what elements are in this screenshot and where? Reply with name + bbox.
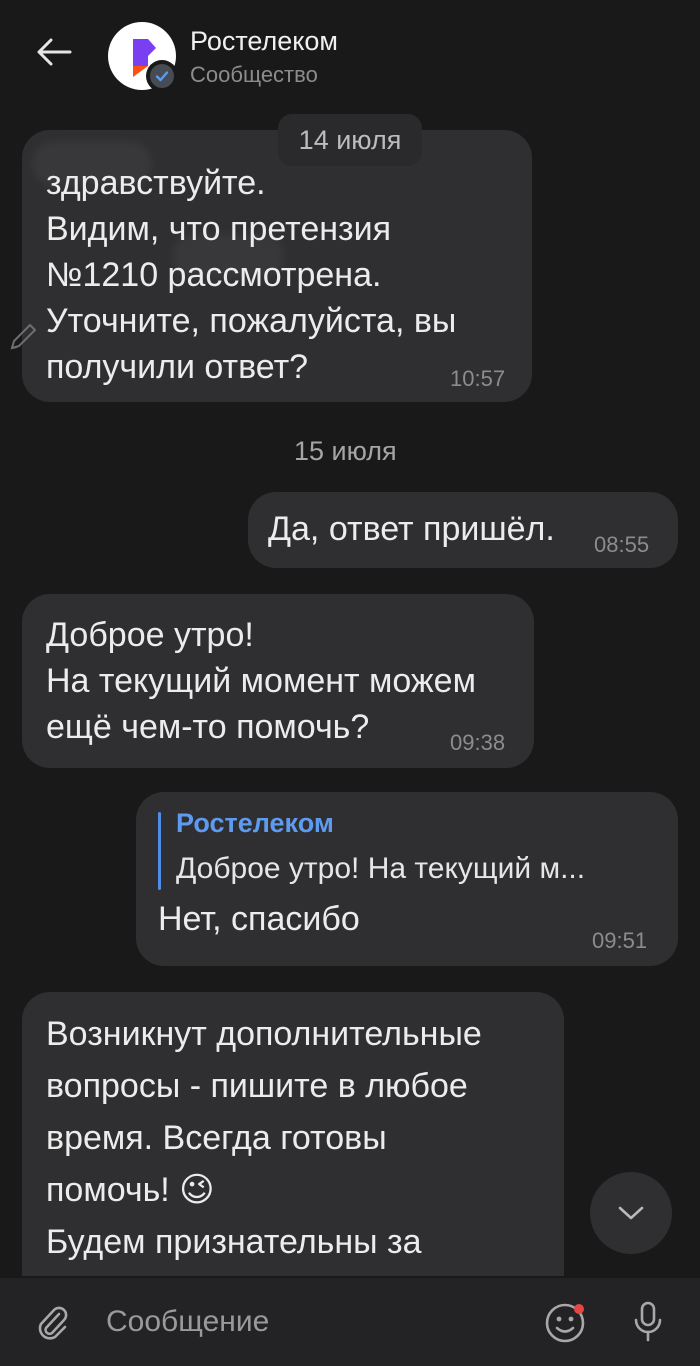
reply-indicator [158, 812, 161, 890]
message-text: Возникнут дополнительные вопросы - пишит… [46, 1015, 488, 1276]
incoming-message[interactable]: Доброе утро! На текущий момент можем ещё… [22, 594, 534, 768]
message-text: здравствуйте. Видим, что претензия №1210… [46, 164, 457, 386]
message-time: 08:55 [594, 532, 650, 557]
message-list[interactable]: здравствуйте. Видим, что претензия №1210… [0, 102, 700, 1276]
verified-check-icon [155, 71, 169, 82]
arrow-left-icon [37, 38, 72, 66]
message-time: 09:38 [450, 730, 506, 755]
message-time: 09:51 [592, 928, 648, 953]
incoming-message[interactable]: Возникнут дополнительные вопросы - пишит… [22, 992, 564, 1276]
chat-title[interactable]: Ростелеком [190, 26, 338, 57]
chat-header: Ростелеком Сообщество [0, 0, 700, 102]
attach-button[interactable] [28, 1298, 76, 1346]
reply-preview[interactable]: Доброе утро! На текущий м... [176, 852, 585, 886]
notification-dot [574, 1304, 584, 1314]
outgoing-message[interactable]: Ростелеком Доброе утро! На текущий м... … [136, 792, 678, 966]
message-input[interactable] [106, 1300, 506, 1344]
back-button[interactable] [28, 26, 80, 78]
outgoing-message[interactable]: Да, ответ пришёл. 08:55 [248, 492, 678, 568]
voice-button[interactable] [624, 1298, 672, 1346]
chevron-down-icon [618, 1206, 644, 1220]
date-separator: 15 июля [294, 436, 397, 466]
chat-subtitle: Сообщество [190, 62, 318, 87]
message-text: Да, ответ пришёл. [268, 510, 555, 548]
paperclip-icon [38, 1306, 68, 1340]
incoming-message[interactable]: здравствуйте. Видим, что претензия №1210… [22, 130, 532, 402]
verified-badge [146, 60, 178, 92]
pencil-icon [10, 323, 37, 350]
microphone-icon [634, 1301, 662, 1342]
message-composer [0, 1278, 700, 1366]
date-separator: 14 июля [278, 114, 422, 166]
message-text: Нет, спасибо [158, 900, 360, 938]
reply-author[interactable]: Ростелеком [176, 808, 334, 839]
scroll-to-bottom-button[interactable] [590, 1172, 672, 1254]
message-time: 10:57 [450, 366, 506, 391]
